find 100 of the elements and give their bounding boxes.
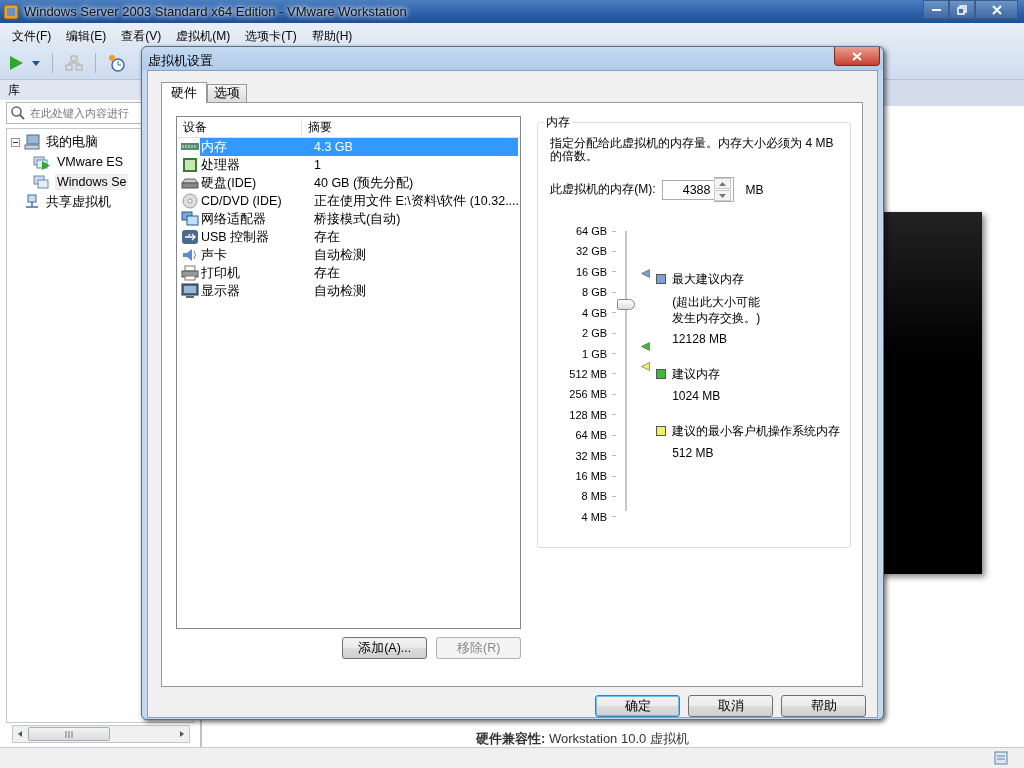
slider-thumb[interactable]: [617, 299, 636, 311]
tick-label: 256 MB: [569, 388, 608, 401]
collapse-icon: [11, 137, 20, 147]
up-arrow-icon: [718, 181, 726, 186]
column-header[interactable]: 设备: [177, 118, 302, 136]
ok-button[interactable]: 确定: [595, 695, 680, 717]
maximize-button[interactable]: [949, 0, 975, 19]
network-adapter-icon: [181, 211, 199, 227]
device-name[interactable]: 显示器: [200, 282, 241, 300]
device-summary[interactable]: 存在: [307, 228, 521, 246]
speaker-icon: [181, 247, 199, 263]
tick-label: 4 GB: [582, 306, 608, 319]
tick-label: 2 GB: [582, 327, 608, 340]
menu-item[interactable]: 文件(F): [4, 28, 59, 47]
caret-icon: [32, 60, 40, 66]
tab[interactable]: 硬件: [161, 82, 207, 103]
tab[interactable]: 选项: [207, 84, 247, 102]
device-name[interactable]: 处理器: [200, 156, 241, 174]
menu-item[interactable]: 编辑(E): [58, 28, 114, 47]
grip-icon: [63, 730, 75, 738]
printer-icon: [181, 265, 199, 281]
network-icon: [65, 55, 83, 71]
tick-label: 128 MB: [569, 408, 608, 421]
close-button[interactable]: [975, 0, 1018, 19]
snapshot-button[interactable]: [106, 52, 128, 74]
help-button[interactable]: 帮助: [781, 695, 866, 717]
tick-label: 64 GB: [576, 225, 608, 237]
menu-item[interactable]: 查看(V): [113, 28, 169, 47]
tree-item[interactable]: Windows Se: [7, 172, 193, 192]
menu-item[interactable]: 选项卡(T): [237, 28, 304, 47]
device-name[interactable]: 声卡: [200, 246, 228, 264]
vm-icon: [33, 154, 51, 170]
tick-label: 8 MB: [581, 490, 608, 503]
add-button[interactable]: 添加(A)...: [342, 637, 428, 659]
spin-buttons[interactable]: [713, 177, 734, 202]
legend-note: (超出此大小可能发生内存交换。): [672, 294, 762, 326]
minimize-icon: [931, 8, 941, 11]
computer-icon: [24, 134, 40, 150]
close-icon: [991, 4, 1002, 15]
field-label: 此虚拟机的内存(M):: [550, 181, 656, 198]
device-summary[interactable]: 正在使用文件 E:\资料\软件 (10.32....: [307, 192, 521, 210]
tree-item[interactable]: VMware ES: [7, 152, 193, 172]
processor-icon: [181, 157, 199, 173]
tick-label: 4 MB: [581, 510, 608, 523]
tick-label: 1 GB: [582, 347, 608, 360]
legend-value: 512 MB: [672, 446, 715, 460]
dropdown-button[interactable]: [30, 58, 42, 68]
tick-label: 32 GB: [576, 245, 608, 258]
tick-label: 32 MB: [575, 449, 608, 462]
play-icon: [8, 55, 24, 71]
hard-disk-icon: [181, 175, 199, 191]
spin-down-button[interactable]: [713, 190, 731, 201]
message-icon: [994, 751, 1008, 765]
monitor-icon: [181, 283, 199, 299]
device-summary[interactable]: 1: [307, 156, 521, 174]
app-icon: [3, 3, 19, 20]
device-name[interactable]: USB 控制器: [200, 228, 271, 246]
legend-label: 最大建议内存: [672, 271, 746, 288]
device-summary[interactable]: 自动检测: [307, 246, 521, 264]
hardware-compatibility-text: 硬件兼容性: Workstation 10.0 虚拟机: [476, 730, 689, 748]
close-button[interactable]: [834, 47, 880, 66]
horizontal-scrollbar[interactable]: [12, 725, 190, 743]
group-title: 内存: [544, 114, 573, 131]
tick-label: 512 MB: [569, 367, 608, 380]
down-arrow-icon: [718, 193, 726, 198]
device-name[interactable]: CD/DVD (IDE): [200, 192, 283, 210]
tick-label: 16 GB: [576, 265, 608, 278]
window-title: Windows Server 2003 Standard x64 Edition - VMware Workstation: [24, 4, 408, 19]
spin-up-button[interactable]: [713, 178, 731, 189]
device-summary[interactable]: 40 GB (预先分配): [307, 174, 521, 192]
menu-item[interactable]: 帮助(H): [303, 28, 360, 47]
clock-icon: [108, 54, 126, 72]
unit-label: MB: [745, 182, 764, 197]
legend-label: 建议内存: [672, 366, 721, 383]
device-name[interactable]: 硬盘(IDE): [200, 174, 258, 192]
legend-value: 1024 MB: [672, 389, 721, 403]
legend-label: 建议的最小客户机操作系统内存: [672, 423, 841, 440]
device-name[interactable]: 打印机: [200, 264, 241, 282]
tree-item[interactable]: 共享虚拟机: [7, 192, 193, 212]
disc-icon: [181, 193, 199, 209]
search-icon: [10, 105, 26, 121]
tick-label: 8 GB: [582, 286, 608, 299]
tick-label: 64 MB: [575, 429, 608, 442]
scrollbar-thumb[interactable]: [28, 727, 110, 741]
description-text: 指定分配给此虚拟机的内存量。内存大小必须为 4 MB 的倍数。: [550, 137, 835, 163]
vm-icon: [33, 174, 51, 190]
scroll-right-icon: [178, 730, 186, 738]
column-header[interactable]: 摘要: [302, 118, 426, 136]
usb-icon: [181, 229, 199, 245]
device-summary[interactable]: 桥接模式(自动): [307, 210, 521, 228]
memory-input[interactable]: 4388: [661, 179, 714, 200]
cancel-button[interactable]: 取消: [688, 695, 773, 717]
device-name[interactable]: 网络适配器: [200, 210, 267, 228]
device-summary[interactable]: 自动检测: [307, 282, 521, 300]
dialog-title: 虚拟机设置: [148, 53, 213, 70]
shared-vm-icon: [24, 194, 40, 210]
menu-item[interactable]: 虚拟机(M): [168, 28, 238, 47]
device-summary[interactable]: 存在: [307, 264, 521, 282]
restore-icon: [957, 4, 967, 15]
minimize-button[interactable]: [923, 0, 949, 19]
